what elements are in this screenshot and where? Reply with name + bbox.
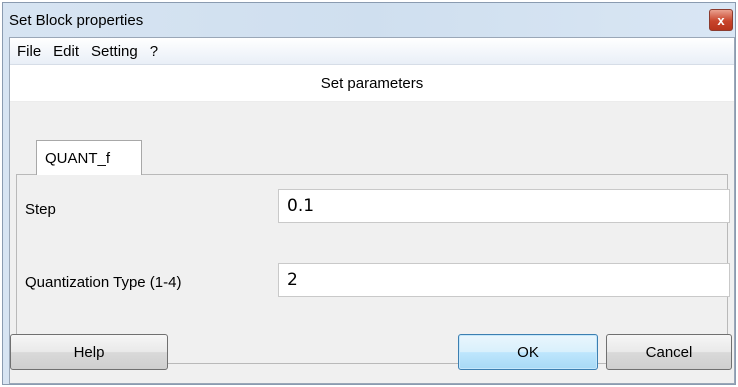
step-label: Step (25, 201, 56, 218)
cancel-button-label: Cancel (645, 343, 693, 361)
step-input[interactable] (278, 189, 730, 223)
tab-quant-f[interactable]: QUANT_f (36, 140, 142, 175)
cancel-button[interactable]: Cancel (606, 334, 732, 370)
quantization-type-label: Quantization Type (1-4) (25, 274, 182, 291)
window-title: Set Block properties (9, 11, 144, 29)
help-button[interactable]: Help (10, 334, 168, 370)
dialog-client-area: File Edit Setting ? Set parameters QUANT… (9, 37, 735, 384)
menu-edit[interactable]: Edit (47, 43, 85, 60)
close-icon: x (717, 12, 725, 28)
quantization-type-input[interactable] (278, 263, 730, 297)
help-button-label: Help (73, 343, 105, 361)
ok-button-label: OK (517, 343, 539, 361)
tab-label: QUANT_f (45, 149, 111, 167)
ok-button[interactable]: OK (458, 334, 598, 370)
menu-setting[interactable]: Setting (85, 43, 144, 60)
menu-help[interactable]: ? (144, 43, 164, 60)
section-title: Set parameters (10, 65, 734, 102)
menu-file[interactable]: File (10, 43, 47, 60)
dialog-window: Set Block properties x File Edit Setting… (2, 2, 736, 385)
title-bar[interactable]: Set Block properties x (3, 3, 735, 37)
menu-bar: File Edit Setting ? (10, 38, 734, 65)
close-button[interactable]: x (709, 9, 733, 31)
